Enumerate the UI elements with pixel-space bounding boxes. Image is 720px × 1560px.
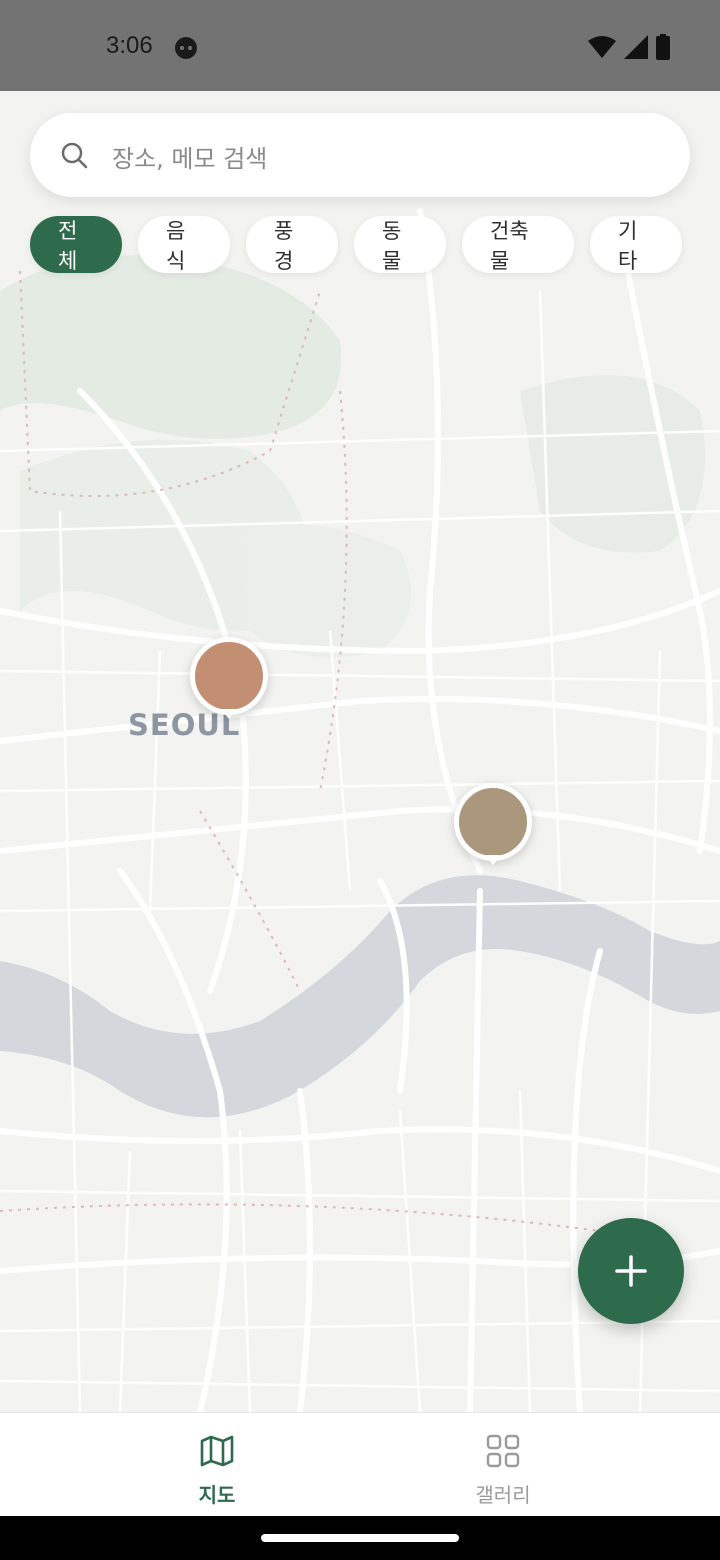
chip-scenery[interactable]: 풍경 [246, 216, 338, 273]
signal-icon [624, 35, 648, 59]
add-button[interactable] [578, 1218, 684, 1324]
map-pin-2[interactable] [454, 783, 532, 865]
home-handle[interactable] [261, 1534, 459, 1542]
search-input[interactable]: 장소, 메모 검색 [112, 139, 267, 174]
face-icon [175, 37, 197, 59]
river [0, 875, 720, 1118]
search-bar[interactable]: 장소, 메모 검색 [30, 113, 690, 197]
nav-item-gallery[interactable]: 갤러리 [443, 1433, 563, 1508]
category-filter-chips: 전체 음식 풍경 동물 건축물 기타 [30, 216, 682, 273]
chip-food[interactable]: 음식 [138, 216, 230, 273]
nav-label-map: 지도 [198, 1483, 236, 1507]
chip-building[interactable]: 건축물 [462, 216, 574, 273]
status-time: 3:06 [106, 32, 153, 59]
chip-other[interactable]: 기타 [590, 216, 682, 273]
nav-label-gallery: 갤러리 [475, 1483, 531, 1507]
status-icons [588, 34, 670, 60]
battery-icon [656, 34, 670, 60]
nav-item-map[interactable]: 지도 [157, 1433, 277, 1508]
map-icon [200, 1435, 234, 1467]
map-view[interactable]: SEOUL [0, 91, 720, 1412]
map-canvas[interactable] [0, 91, 720, 1412]
chip-animal[interactable]: 동물 [354, 216, 446, 273]
bottom-nav: 지도 갤러리 [0, 1412, 720, 1517]
plus-icon [615, 1255, 647, 1287]
wifi-icon [588, 36, 616, 58]
status-bar: 3:06 [0, 0, 720, 91]
chip-all[interactable]: 전체 [30, 216, 122, 273]
grid-icon [486, 1434, 520, 1468]
search-icon [61, 142, 88, 169]
map-pin-1[interactable] [190, 637, 268, 719]
